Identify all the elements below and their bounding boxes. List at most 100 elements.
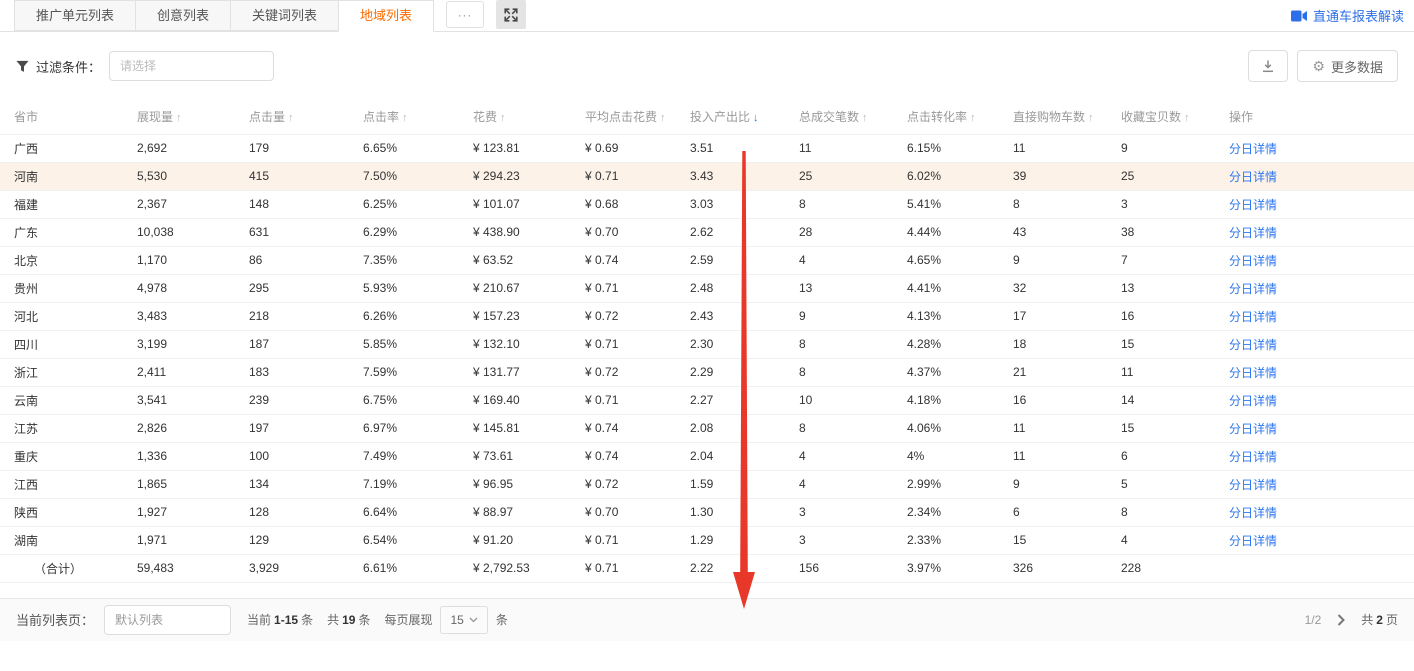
col-ctr[interactable]: 点击率↑ (363, 100, 473, 134)
col-total-orders[interactable]: 总成交笔数↑ (799, 100, 907, 134)
cell-clicks: 415 (249, 162, 363, 190)
cell-click-conversion-rate: 4.06% (907, 414, 1013, 442)
daily-detail-link[interactable]: 分日详情 (1229, 170, 1277, 184)
cell-impressions: 2,692 (137, 134, 249, 162)
daily-detail-link[interactable]: 分日详情 (1229, 310, 1277, 324)
download-button[interactable] (1248, 50, 1288, 82)
cell-click-conversion-rate: 2.33% (907, 526, 1013, 554)
col-click-conversion-rate[interactable]: 点击转化率↑ (907, 100, 1013, 134)
daily-detail-link[interactable]: 分日详情 (1229, 450, 1277, 464)
cell-ctr: 6.97% (363, 414, 473, 442)
cell-cost: ¥ 63.52 (473, 246, 585, 274)
cell-roi: 2.04 (690, 442, 799, 470)
daily-detail-link[interactable]: 分日详情 (1229, 198, 1277, 212)
cell-avg-click-cost: ¥ 0.70 (585, 498, 690, 526)
tab-keyword-list[interactable]: 关键词列表 (230, 0, 338, 31)
cell-cost: ¥ 210.67 (473, 274, 585, 302)
cell-clicks: 128 (249, 498, 363, 526)
cell-actions: 分日详情 (1229, 302, 1414, 330)
table-row: 陕西1,9271286.64%¥ 88.97¥ 0.701.3032.34%68… (0, 498, 1414, 526)
col-label: 直接购物车数 (1013, 110, 1085, 124)
page-size-select[interactable]: 15 (440, 606, 487, 634)
cell-province: 广西 (0, 134, 137, 162)
sort-asc-icon: ↑ (1184, 112, 1190, 124)
daily-detail-link[interactable]: 分日详情 (1229, 366, 1277, 380)
daily-detail-link[interactable]: 分日详情 (1229, 142, 1277, 156)
cell-actions: 分日详情 (1229, 498, 1414, 526)
col-direct-carts[interactable]: 直接购物车数↑ (1013, 100, 1121, 134)
list-select[interactable]: 默认列表 (104, 605, 231, 635)
table-header: 省市展现量↑点击量↑点击率↑花费↑平均点击花费↑投入产出比↓总成交笔数↑点击转化… (0, 100, 1414, 134)
col-label: 展现量 (137, 110, 173, 124)
cell-click-conversion-rate: 6.15% (907, 134, 1013, 162)
list-page-label: 当前列表页： (16, 610, 94, 629)
cell-province: 四川 (0, 330, 137, 358)
cell-cost: ¥ 73.61 (473, 442, 585, 470)
cell-clicks: 187 (249, 330, 363, 358)
table-row: 江西1,8651347.19%¥ 96.95¥ 0.721.5942.99%95… (0, 470, 1414, 498)
cell-click-conversion-rate: 4% (907, 442, 1013, 470)
col-impressions[interactable]: 展现量↑ (137, 100, 249, 134)
cell-total-orders: 9 (799, 302, 907, 330)
tab-promotion-unit-list[interactable]: 推广单元列表 (14, 0, 135, 31)
cell-cost: ¥ 145.81 (473, 414, 585, 442)
gear-icon: ⚙ (1312, 59, 1325, 73)
report-guide-link[interactable]: 直通车报表解读 (1291, 6, 1404, 25)
cell-click-conversion-rate: 4.65% (907, 246, 1013, 274)
cell-direct-carts: 32 (1013, 274, 1121, 302)
col-label: 总成交笔数 (799, 110, 859, 124)
cell-clicks: 295 (249, 274, 363, 302)
daily-detail-link[interactable]: 分日详情 (1229, 226, 1277, 240)
col-roi[interactable]: 投入产出比↓ (690, 100, 799, 134)
cell-click-conversion-rate: 4.18% (907, 386, 1013, 414)
fullscreen-button[interactable] (496, 0, 526, 29)
cell-actions (1229, 554, 1414, 582)
daily-detail-link[interactable]: 分日详情 (1229, 534, 1277, 548)
col-clicks[interactable]: 点击量↑ (249, 100, 363, 134)
sort-asc-icon: ↑ (1088, 112, 1094, 124)
daily-detail-link[interactable]: 分日详情 (1229, 506, 1277, 520)
daily-detail-link[interactable]: 分日详情 (1229, 422, 1277, 436)
tab-region-list[interactable]: 地域列表 (338, 0, 434, 32)
cell-impressions: 1,971 (137, 526, 249, 554)
daily-detail-link[interactable]: 分日详情 (1229, 394, 1277, 408)
col-avg-click-cost[interactable]: 平均点击花费↑ (585, 100, 690, 134)
more-data-button[interactable]: ⚙ 更多数据 (1297, 50, 1398, 82)
cell-favorites: 228 (1121, 554, 1229, 582)
cell-province: （合计） (0, 554, 137, 582)
col-favorites[interactable]: 收藏宝贝数↑ (1121, 100, 1229, 134)
daily-detail-link[interactable]: 分日详情 (1229, 282, 1277, 296)
cell-clicks: 129 (249, 526, 363, 554)
col-cost[interactable]: 花费↑ (473, 100, 585, 134)
table-row: 江苏2,8261976.97%¥ 145.81¥ 0.742.0884.06%1… (0, 414, 1414, 442)
cell-impressions: 59,483 (137, 554, 249, 582)
daily-detail-link[interactable]: 分日详情 (1229, 478, 1277, 492)
sort-asc-icon: ↑ (288, 112, 294, 124)
cell-click-conversion-rate: 4.37% (907, 358, 1013, 386)
cell-direct-carts: 326 (1013, 554, 1121, 582)
filter-select[interactable]: 请选择 (109, 51, 274, 81)
col-label: 操作 (1229, 110, 1253, 124)
cell-clicks: 148 (249, 190, 363, 218)
sort-asc-icon: ↑ (660, 112, 666, 124)
tab-creative-list[interactable]: 创意列表 (135, 0, 230, 31)
cell-click-conversion-rate: 4.13% (907, 302, 1013, 330)
cell-total-orders: 4 (799, 470, 907, 498)
next-page-button[interactable] (1335, 612, 1347, 628)
cell-impressions: 3,483 (137, 302, 249, 330)
table-row: 北京1,170867.35%¥ 63.52¥ 0.742.5944.65%97分… (0, 246, 1414, 274)
more-tabs-button[interactable]: ··· (446, 1, 484, 28)
cell-roi: 2.59 (690, 246, 799, 274)
col-label: 花费 (473, 110, 497, 124)
cell-favorites: 11 (1121, 358, 1229, 386)
filter-label: 过滤条件： (36, 57, 101, 76)
daily-detail-link[interactable]: 分日详情 (1229, 338, 1277, 352)
col-province: 省市 (0, 100, 137, 134)
cell-province: 广东 (0, 218, 137, 246)
cell-actions: 分日详情 (1229, 162, 1414, 190)
cell-roi: 2.08 (690, 414, 799, 442)
cell-direct-carts: 9 (1013, 470, 1121, 498)
tab-bar: 推广单元列表创意列表关键词列表地域列表 ··· 直通车报表解读 (0, 0, 1414, 32)
pages-total-text: 共2页 (1361, 611, 1398, 628)
daily-detail-link[interactable]: 分日详情 (1229, 254, 1277, 268)
